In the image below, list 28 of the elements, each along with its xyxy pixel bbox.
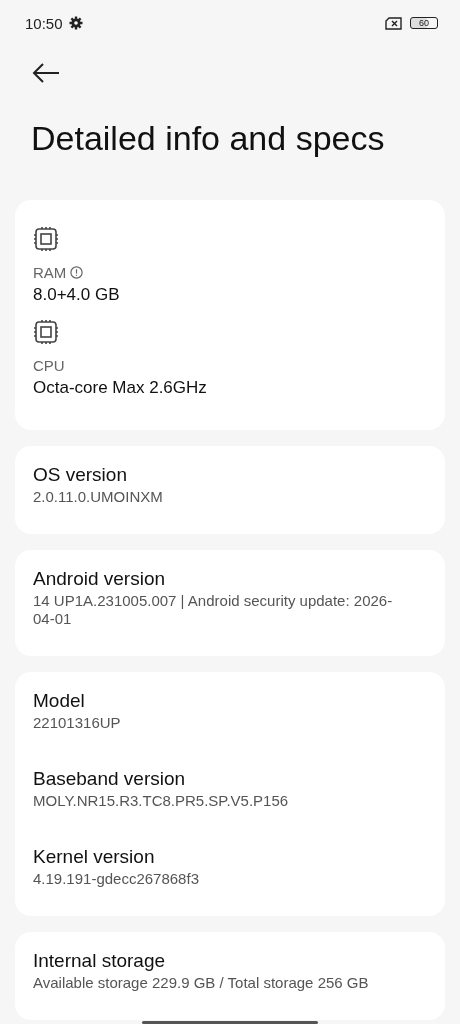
chip-icon bbox=[33, 319, 59, 345]
spec-label: Model bbox=[33, 690, 85, 712]
back-button[interactable] bbox=[31, 62, 61, 84]
info-icon[interactable] bbox=[70, 266, 84, 279]
chip-icon bbox=[33, 226, 59, 252]
spec-value: Available storage 229.9 GB / Total storage 256 GB bbox=[33, 974, 370, 992]
settings-icon bbox=[68, 16, 83, 30]
spec-value: 14 UP1A.231005.007 | Android security update: 2026-04-01 bbox=[33, 592, 394, 628]
spec-label: Baseband version bbox=[33, 768, 186, 790]
battery-icon: 60 bbox=[410, 17, 438, 29]
info-card[interactable]: Internal storage Available storage 229.9 GB / Total storage 256 GB bbox=[15, 932, 445, 1020]
spec-label: Kernel version bbox=[33, 846, 155, 868]
spec-value: MOLY.NR15.R3.TC8.PR5.SP.V5.P156 bbox=[33, 792, 290, 810]
info-card[interactable]: Android version 14 UP1A.231005.007 | Android security update: 2026-04-01 bbox=[15, 550, 445, 656]
spec-label: CPU bbox=[33, 357, 65, 374]
spec-value: 2.0.11.0.UMOINXM bbox=[33, 488, 164, 506]
spec-value: Octa-core Max 2.6GHz bbox=[33, 378, 208, 398]
spec-label: Internal storage bbox=[33, 950, 166, 972]
spec-value: 4.19.191-gdecc267868f3 bbox=[33, 870, 200, 888]
spec-label: OS version bbox=[33, 464, 127, 486]
spec-label: Android version bbox=[33, 568, 166, 590]
spec-value: 22101316UP bbox=[33, 714, 122, 732]
spec-value: 8.0+4.0 GB bbox=[33, 285, 121, 305]
info-card[interactable]: OS version 2.0.11.0.UMOINXM bbox=[15, 446, 445, 534]
clock-time: 10:50 bbox=[25, 14, 63, 32]
spec-label: RAM bbox=[33, 264, 67, 281]
no-sim-icon bbox=[385, 16, 402, 30]
page-title: Detailed info and specs bbox=[31, 118, 386, 158]
